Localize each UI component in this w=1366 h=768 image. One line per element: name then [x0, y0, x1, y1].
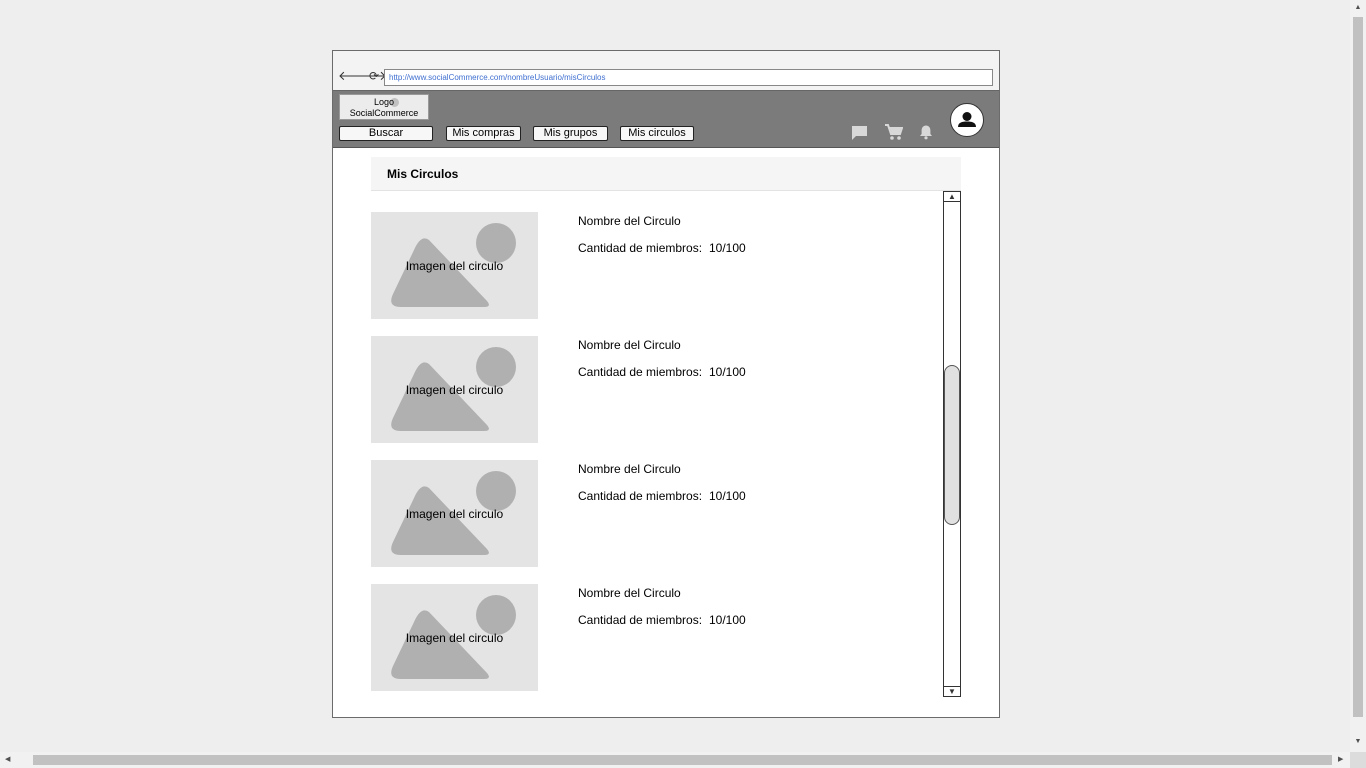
circle-card: Imagen del circulo Nombre del Circulo Ca…	[371, 584, 941, 692]
circle-card: Imagen del circulo Nombre del Circulo Ca…	[371, 460, 941, 568]
member-count-value: 10/100	[709, 489, 746, 503]
panel-header: Mis Circulos	[371, 157, 961, 191]
circle-card: Imagen del circulo Nombre del Circulo Ca…	[371, 212, 941, 320]
circle-image[interactable]: Imagen del circulo	[371, 336, 538, 443]
circle-image-label: Imagen del circulo	[405, 259, 504, 273]
app-header: Logo SocialCommerce Buscar Mis compras M…	[333, 91, 999, 148]
member-count-value: 10/100	[709, 365, 746, 379]
circle-name-link[interactable]: Nombre del Circulo	[578, 338, 681, 352]
cart-icon[interactable]	[885, 124, 903, 141]
chat-icon[interactable]	[851, 125, 868, 141]
page-vertical-scrollbar[interactable]: ▲ ▼	[1350, 0, 1366, 752]
page-title: Mis Circulos	[387, 167, 459, 181]
circle-name-link[interactable]: Nombre del Circulo	[578, 462, 681, 476]
circle-name-link[interactable]: Nombre del Circulo	[578, 586, 681, 600]
scroll-up-arrow-icon[interactable]: ▲	[944, 192, 960, 202]
member-count-value: 10/100	[709, 241, 746, 255]
page-scroll-right-icon[interactable]: ▶	[1338, 755, 1343, 763]
url-bar[interactable]: http://www.socialCommerce.com/nombreUsua…	[384, 69, 993, 86]
page-horizontal-scrollbar[interactable]: ◀ ▶	[0, 752, 1350, 768]
page-scroll-up-icon[interactable]: ▲	[1350, 4, 1366, 11]
nav-mis-circulos-button[interactable]: Mis circulos	[620, 126, 694, 141]
search-button[interactable]: Buscar	[339, 126, 433, 141]
circle-image[interactable]: Imagen del circulo	[371, 212, 538, 319]
logo-line-2: SocialCommerce	[349, 108, 419, 118]
page-scroll-down-icon[interactable]: ▼	[1350, 738, 1366, 745]
logo-line-1: Logo	[373, 97, 395, 107]
bell-icon[interactable]	[919, 124, 933, 140]
circle-image[interactable]: Imagen del circulo	[371, 460, 538, 567]
list-scrollbar[interactable]: ▲ ▼	[943, 191, 961, 697]
page-scroll-left-icon[interactable]: ◀	[5, 755, 10, 763]
circle-image-label: Imagen del circulo	[405, 507, 504, 521]
reload-icon[interactable]: ⟳	[369, 69, 379, 83]
scrollbar-corner	[1350, 752, 1366, 768]
user-avatar-icon	[958, 112, 976, 127]
page-vertical-scrollbar-thumb[interactable]	[1353, 17, 1363, 717]
browser-window: 🡐 🡒 ⟳ http://www.socialCommerce.com/nomb…	[332, 50, 1000, 718]
circle-image-label: Imagen del circulo	[405, 631, 504, 645]
member-count-value: 10/100	[709, 613, 746, 627]
circle-image-label: Imagen del circulo	[405, 383, 504, 397]
user-avatar-button[interactable]	[950, 103, 984, 137]
page-horizontal-scrollbar-thumb[interactable]	[33, 755, 1332, 765]
nav-mis-grupos-button[interactable]: Mis grupos	[533, 126, 608, 141]
member-count-label: Cantidad de miembros:	[578, 489, 703, 503]
list-scrollbar-thumb[interactable]	[944, 365, 960, 525]
member-count-label: Cantidad de miembros:	[578, 613, 703, 627]
browser-toolbar: 🡐 🡒 ⟳ http://www.socialCommerce.com/nomb…	[333, 51, 999, 91]
circle-name-link[interactable]: Nombre del Circulo	[578, 214, 681, 228]
nav-mis-compras-button[interactable]: Mis compras	[446, 126, 521, 141]
scroll-down-arrow-icon[interactable]: ▼	[944, 686, 960, 696]
logo[interactable]: Logo SocialCommerce	[339, 94, 429, 120]
member-count-label: Cantidad de miembros:	[578, 365, 703, 379]
circle-card: Imagen del circulo Nombre del Circulo Ca…	[371, 336, 941, 444]
member-count-label: Cantidad de miembros:	[578, 241, 703, 255]
circle-image[interactable]: Imagen del circulo	[371, 584, 538, 691]
